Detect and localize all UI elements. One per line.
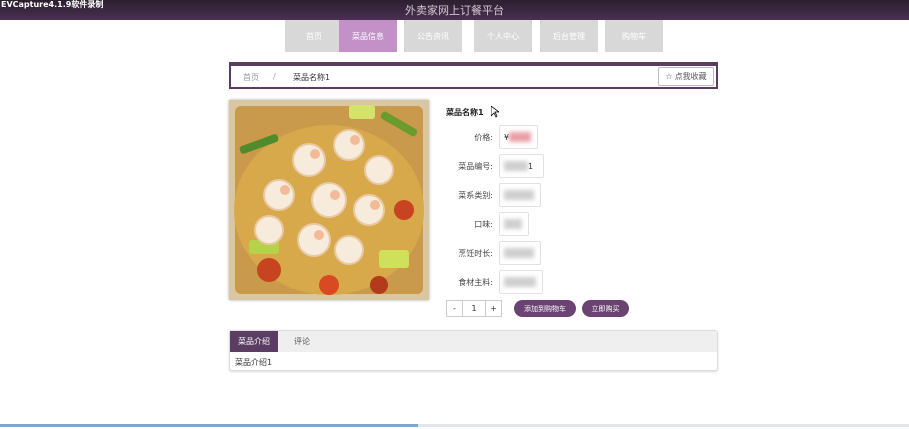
quantity-minus-button[interactable]: -: [446, 300, 463, 317]
nav-item-home[interactable]: 首页: [285, 20, 343, 52]
nav-item-dishes[interactable]: 菜品信息: [339, 20, 397, 52]
dish-photo: [229, 100, 429, 300]
progress-fill: [0, 424, 419, 427]
field-value: [499, 241, 541, 265]
field-value: ¥: [499, 125, 538, 149]
nav-item-admin[interactable]: 后台管理: [540, 20, 598, 52]
tab-description[interactable]: 菜品介绍: [230, 331, 278, 352]
add-to-cart-button[interactable]: 添加到购物车: [514, 300, 576, 317]
field-value: 1: [499, 154, 544, 178]
field-cook-time: 烹饪时长:: [446, 241, 566, 265]
nav-item-profile[interactable]: 个人中心: [474, 20, 532, 52]
field-label: 价格:: [474, 133, 493, 142]
breadcrumb: 首页 / 菜品名称1 ☆ 点我收藏: [229, 62, 718, 89]
field-dish-number: 菜品编号: 1: [446, 154, 566, 178]
tab-bar: 菜品介绍 评论: [230, 331, 717, 352]
page-load-progress: [0, 424, 909, 427]
favorite-label: 点我收藏: [674, 72, 707, 81]
breadcrumb-home[interactable]: 首页: [243, 72, 259, 83]
favorite-button[interactable]: ☆ 点我收藏: [658, 67, 714, 86]
field-label: 烹饪时长:: [458, 249, 493, 258]
detail-tabs: 菜品介绍 评论 菜品介绍1: [229, 330, 718, 371]
field-main-ingredient: 食材主料:: [446, 270, 566, 294]
breadcrumb-current: 菜品名称1: [293, 73, 331, 82]
field-price: 价格: ¥: [446, 125, 566, 149]
field-label: 菜品编号:: [458, 162, 493, 171]
field-label: 菜系类别:: [458, 191, 493, 200]
buy-now-button[interactable]: 立即购买: [582, 300, 629, 317]
star-icon: ☆: [665, 72, 673, 81]
field-cuisine: 菜系类别:: [446, 183, 566, 207]
field-label: 口味:: [474, 220, 493, 229]
title-bar: EVCapture4.1.9软件录制 外卖家网上订餐平台: [0, 0, 909, 20]
quantity-plus-button[interactable]: +: [485, 300, 502, 317]
tab-comments[interactable]: 评论: [278, 331, 326, 352]
product-name: 菜品名称1: [446, 108, 484, 117]
nav-item-cart[interactable]: 购物车: [605, 20, 663, 52]
quantity-input[interactable]: 1: [463, 300, 485, 317]
field-taste: 口味:: [446, 212, 566, 236]
field-label: 食材主料:: [458, 278, 493, 287]
field-value: [499, 183, 541, 207]
tab-content: 菜品介绍1: [235, 358, 273, 367]
nav-item-news[interactable]: 公告资讯: [404, 20, 462, 52]
mouse-cursor-icon: [491, 106, 499, 118]
breadcrumb-separator: /: [273, 72, 276, 81]
site-title: 外卖家网上订餐平台: [405, 4, 504, 17]
field-value: [499, 212, 529, 236]
field-value: [499, 270, 543, 294]
